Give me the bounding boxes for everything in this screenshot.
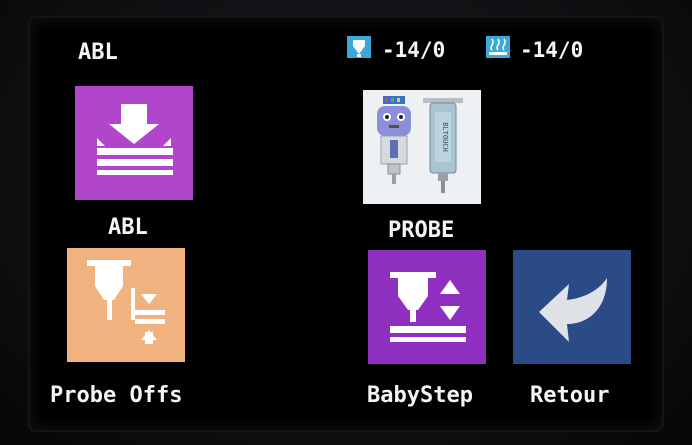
abl-label: ABL	[108, 215, 148, 240]
bltouch-probe-icon: BLTOUCH	[377, 96, 463, 193]
back-arrow-icon	[539, 278, 607, 342]
back-button[interactable]	[513, 250, 631, 364]
bed-leveling-icon	[97, 104, 173, 175]
babystep-button[interactable]	[368, 250, 486, 364]
probe-offset-button[interactable]	[67, 248, 185, 362]
svg-text:BLTOUCH: BLTOUCH	[441, 122, 449, 152]
nozzle-temperature-icon	[347, 36, 371, 58]
bed-temperature-icon	[486, 36, 510, 58]
probe-label: PROBE	[388, 218, 455, 243]
bed-temperature-value: -14/0	[520, 38, 584, 62]
back-label: Retour	[530, 383, 610, 408]
probe-offset-icon	[87, 260, 165, 344]
probe-button[interactable]: BLTOUCH	[363, 90, 481, 204]
babystep-icon	[390, 272, 466, 342]
nozzle-temperature-value: -14/0	[382, 38, 446, 62]
probe-offset-label: Probe Offs	[50, 383, 183, 408]
lcd-screen: ABL -14/0 -14/0 ABL BLTOUCH PROBE Probe …	[30, 18, 662, 430]
screen-title: ABL	[78, 40, 118, 65]
babystep-label: BabyStep	[367, 383, 473, 408]
abl-button[interactable]	[75, 86, 193, 200]
